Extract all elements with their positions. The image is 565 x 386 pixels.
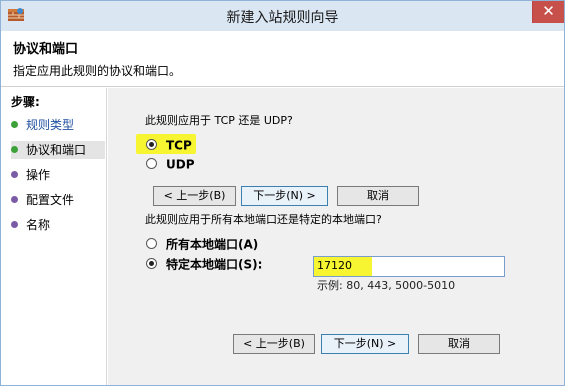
radio-all-ports[interactable]: 所有本地端口(A) bbox=[146, 236, 258, 252]
next-button[interactable]: 下一步(N) > bbox=[321, 334, 409, 354]
overlay-cancel-button[interactable]: 取消 bbox=[337, 186, 419, 206]
step-protocol-and-ports[interactable]: 协议和端口 bbox=[11, 141, 105, 159]
radio-specific-ports[interactable]: 特定本地端口(S): bbox=[146, 256, 262, 272]
steps-sidebar: 步骤: 规则类型 协议和端口 操作 配置文件 名称 bbox=[1, 88, 107, 385]
radio-button[interactable] bbox=[146, 158, 157, 169]
cancel-button[interactable]: 取消 bbox=[418, 334, 500, 354]
page-title: 协议和端口 bbox=[13, 42, 79, 57]
step-label: 协议和端口 bbox=[26, 143, 87, 157]
steps-label: 步骤: bbox=[11, 95, 40, 109]
step-label: 名称 bbox=[26, 218, 51, 232]
close-button[interactable]: ✕ bbox=[532, 1, 564, 23]
step-label: 操作 bbox=[26, 168, 51, 182]
step-current-icon bbox=[11, 146, 18, 153]
radio-udp-label: UDP bbox=[166, 157, 195, 172]
step-pending-icon bbox=[11, 196, 18, 203]
port-example-hint: 示例: 80, 443, 5000-5010 bbox=[317, 279, 456, 292]
step-name[interactable]: 名称 bbox=[11, 216, 105, 234]
back-button[interactable]: < 上一步(B) bbox=[233, 334, 315, 354]
window-title: 新建入站规则向导 bbox=[226, 10, 339, 26]
step-label: 配置文件 bbox=[26, 193, 75, 207]
wizard-window: 新建入站规则向导 ✕ 协议和端口 指定应用此规则的协议和端口。 步骤: 规则类型… bbox=[0, 0, 565, 386]
step-rule-type[interactable]: 规则类型 bbox=[11, 116, 105, 134]
radio-button-selected[interactable] bbox=[146, 258, 157, 269]
step-label: 规则类型 bbox=[26, 118, 75, 132]
port-input-value: 17120 bbox=[317, 259, 352, 272]
protocol-question: 此规则应用于 TCP 还是 UDP? bbox=[145, 114, 293, 127]
wizard-header: 协议和端口 指定应用此规则的协议和端口。 bbox=[1, 31, 564, 87]
step-profile[interactable]: 配置文件 bbox=[11, 191, 105, 209]
overlay-back-button[interactable]: < 上一步(B) bbox=[153, 186, 236, 206]
radio-tcp-label: TCP bbox=[166, 138, 192, 153]
radio-specific-ports-label: 特定本地端口(S): bbox=[166, 257, 263, 272]
ports-question: 此规则应用于所有本地端口还是特定的本地端口? bbox=[145, 213, 382, 226]
title-bar: 新建入站规则向导 ✕ bbox=[1, 1, 564, 31]
radio-button[interactable] bbox=[146, 238, 157, 249]
page-subtitle: 指定应用此规则的协议和端口。 bbox=[13, 64, 182, 78]
step-pending-icon bbox=[11, 221, 18, 228]
step-complete-icon bbox=[11, 121, 18, 128]
main-panel: 此规则应用于 TCP 还是 UDP? TCP UDP < 上一步(B) 下一步(… bbox=[108, 88, 564, 385]
radio-udp[interactable]: UDP bbox=[146, 156, 195, 172]
overlay-next-button[interactable]: 下一步(N) > bbox=[241, 186, 328, 206]
step-pending-icon bbox=[11, 171, 18, 178]
step-action[interactable]: 操作 bbox=[11, 166, 105, 184]
radio-all-ports-label: 所有本地端口(A) bbox=[166, 237, 259, 252]
radio-button-selected[interactable] bbox=[146, 139, 157, 150]
port-input[interactable]: 17120 bbox=[313, 256, 505, 277]
radio-tcp[interactable]: TCP bbox=[146, 137, 192, 153]
